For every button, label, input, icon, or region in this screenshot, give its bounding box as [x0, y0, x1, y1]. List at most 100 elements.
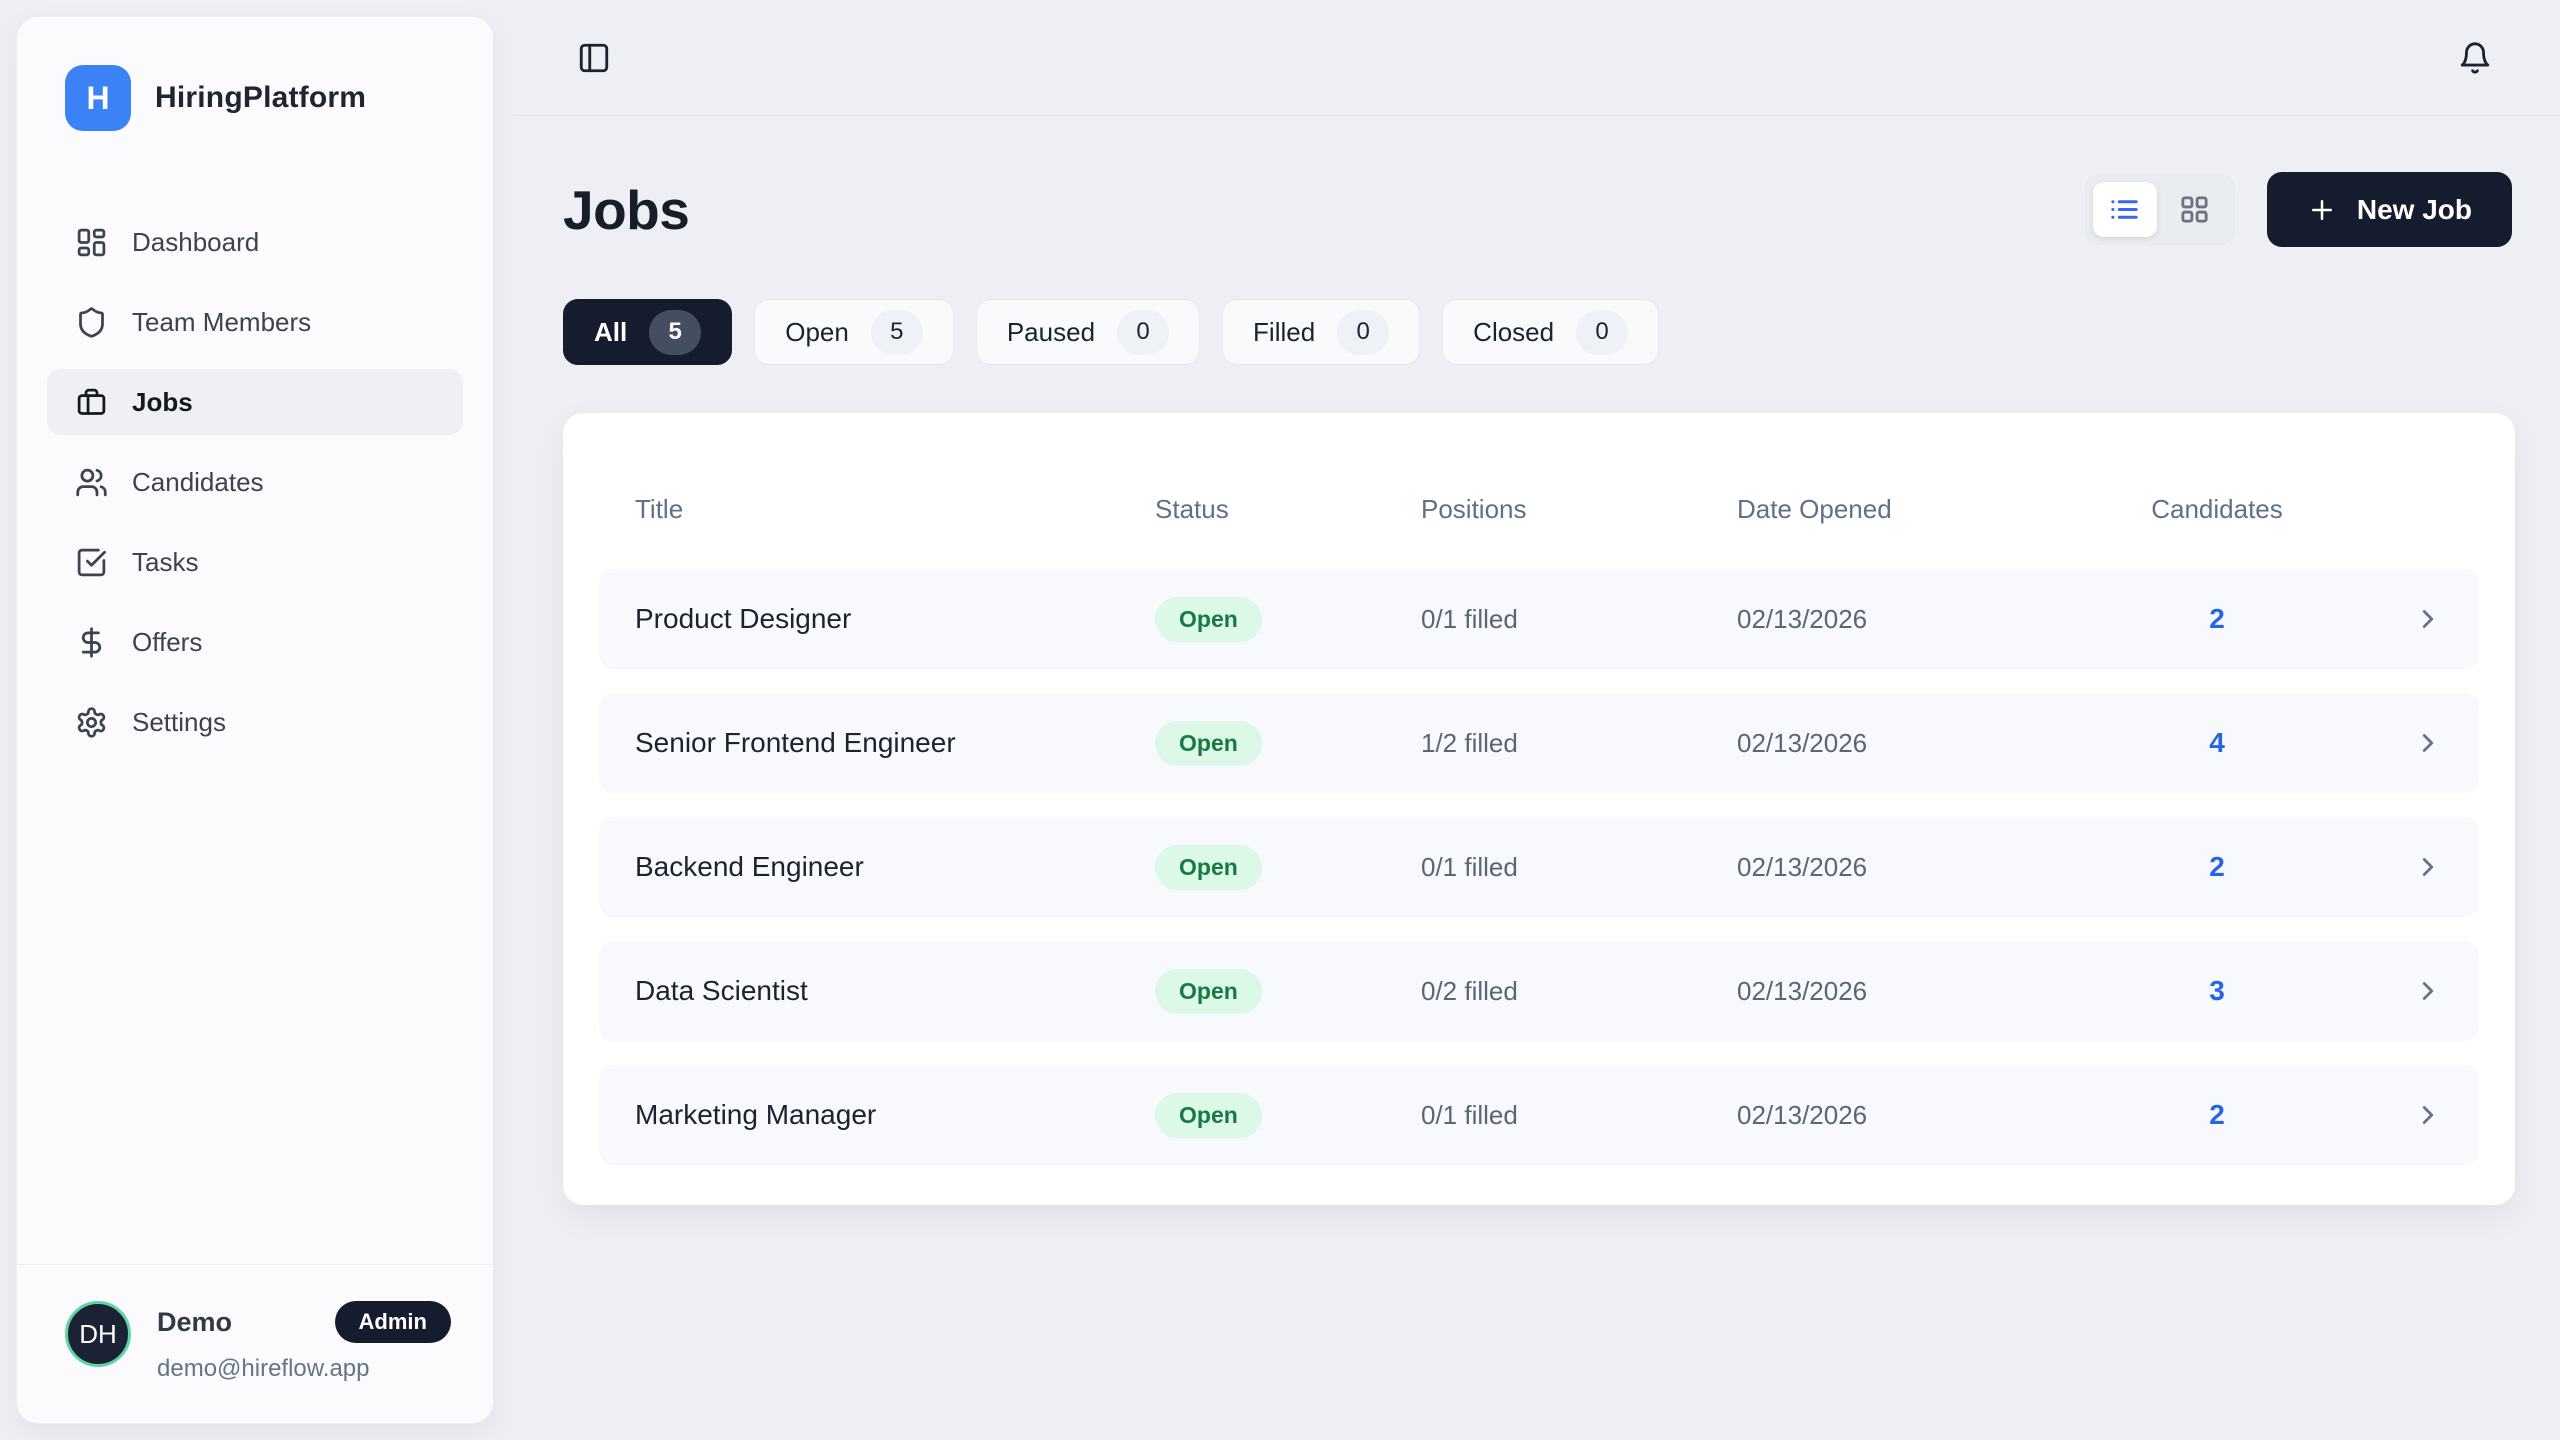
sidebar: H HiringPlatform Dashboard Team Members … [16, 16, 494, 1424]
shield-icon [75, 306, 108, 339]
positions-cell: 1/2 filled [1421, 728, 1737, 759]
table-row[interactable]: Marketing Manager Open 0/1 filled 02/13/… [599, 1065, 2479, 1165]
column-header-positions: Positions [1421, 494, 1737, 525]
job-title-cell: Senior Frontend Engineer [635, 727, 1155, 759]
sidebar-nav: Dashboard Team Members Jobs Candidates T… [17, 209, 493, 755]
status-cell: Open [1155, 721, 1421, 766]
job-title-cell: Product Designer [635, 603, 1155, 635]
column-header-status: Status [1155, 494, 1421, 525]
candidates-count-link[interactable]: 2 [2137, 603, 2297, 635]
table-body: Product Designer Open 0/1 filled 02/13/2… [599, 569, 2479, 1165]
date-opened-cell: 02/13/2026 [1737, 976, 2137, 1007]
filter-tab-all[interactable]: All 5 [563, 299, 732, 365]
job-title-cell: Data Scientist [635, 975, 1155, 1007]
candidates-count-link[interactable]: 2 [2137, 1099, 2297, 1131]
filter-count-badge: 0 [1576, 310, 1628, 355]
gear-icon [75, 706, 108, 739]
status-cell: Open [1155, 845, 1421, 890]
job-title-cell: Marketing Manager [635, 1099, 1155, 1131]
status-filter-bar: All 5 Open 5 Paused 0 Filled 0 Closed 0 [563, 299, 2512, 365]
app-logo-letter: H [86, 80, 109, 117]
list-view-icon [2109, 194, 2140, 225]
app-logo: H [65, 65, 131, 131]
avatar-initials: DH [79, 1319, 117, 1350]
dashboard-grid-icon [75, 226, 108, 259]
chevron-right-icon [2413, 852, 2443, 882]
avatar: DH [65, 1301, 131, 1367]
table-row[interactable]: Data Scientist Open 0/2 filled 02/13/202… [599, 941, 2479, 1041]
sidebar-item-label: Offers [132, 627, 202, 658]
chevron-right-icon [2413, 976, 2443, 1006]
chevron-right-icon [2413, 604, 2443, 634]
status-badge: Open [1155, 845, 1262, 890]
grid-view-icon [2179, 194, 2210, 225]
row-open-button[interactable] [2403, 728, 2443, 758]
positions-cell: 0/1 filled [1421, 1100, 1737, 1131]
sidebar-toggle-button[interactable] [577, 41, 611, 75]
positions-cell: 0/1 filled [1421, 852, 1737, 883]
sidebar-item-settings[interactable]: Settings [47, 689, 463, 755]
main-area: Jobs New Job All 5 [511, 0, 2560, 1440]
table-header-row: Title Status Positions Date Opened Candi… [599, 449, 2479, 569]
row-open-button[interactable] [2403, 604, 2443, 634]
checkbox-check-icon [75, 546, 108, 579]
new-job-button[interactable]: New Job [2267, 172, 2512, 247]
filter-count-badge: 5 [649, 310, 701, 355]
chevron-right-icon [2413, 728, 2443, 758]
role-badge: Admin [335, 1301, 451, 1343]
filter-tab-paused[interactable]: Paused 0 [976, 299, 1200, 365]
column-header-title: Title [635, 494, 1155, 525]
candidates-count-link[interactable]: 4 [2137, 727, 2297, 759]
date-opened-cell: 02/13/2026 [1737, 852, 2137, 883]
sidebar-item-label: Team Members [132, 307, 311, 338]
briefcase-icon [75, 386, 108, 419]
column-header-candidates: Candidates [2137, 494, 2297, 525]
status-badge: Open [1155, 721, 1262, 766]
filter-label: Filled [1253, 317, 1315, 348]
date-opened-cell: 02/13/2026 [1737, 728, 2137, 759]
row-open-button[interactable] [2403, 1100, 2443, 1130]
bell-icon [2458, 41, 2492, 75]
table-row[interactable]: Product Designer Open 0/1 filled 02/13/2… [599, 569, 2479, 669]
sidebar-item-dashboard[interactable]: Dashboard [47, 209, 463, 275]
page-title: Jobs [563, 178, 689, 242]
sidebar-item-team-members[interactable]: Team Members [47, 289, 463, 355]
status-cell: Open [1155, 969, 1421, 1014]
notifications-button[interactable] [2458, 41, 2492, 75]
table-row[interactable]: Backend Engineer Open 0/1 filled 02/13/2… [599, 817, 2479, 917]
sidebar-item-offers[interactable]: Offers [47, 609, 463, 675]
chevron-right-icon [2413, 1100, 2443, 1130]
sidebar-item-label: Candidates [132, 467, 264, 498]
topbar [511, 0, 2560, 116]
positions-cell: 0/1 filled [1421, 604, 1737, 635]
candidates-count-link[interactable]: 3 [2137, 975, 2297, 1007]
user-section[interactable]: DH Demo Admin demo@hireflow.app [17, 1264, 493, 1423]
status-badge: Open [1155, 1093, 1262, 1138]
filter-tab-open[interactable]: Open 5 [754, 299, 954, 365]
filter-tab-closed[interactable]: Closed 0 [1442, 299, 1659, 365]
job-title-cell: Backend Engineer [635, 851, 1155, 883]
status-badge: Open [1155, 969, 1262, 1014]
filter-count-badge: 0 [1337, 310, 1389, 355]
filter-count-badge: 0 [1117, 310, 1169, 355]
filter-tab-filled[interactable]: Filled 0 [1222, 299, 1420, 365]
sidebar-item-tasks[interactable]: Tasks [47, 529, 463, 595]
users-icon [75, 466, 108, 499]
app-title: HiringPlatform [155, 81, 366, 115]
panel-left-icon [577, 41, 611, 75]
brand: H HiringPlatform [17, 17, 493, 131]
row-open-button[interactable] [2403, 976, 2443, 1006]
list-view-button[interactable] [2093, 182, 2157, 237]
sidebar-item-jobs[interactable]: Jobs [47, 369, 463, 435]
sidebar-item-label: Jobs [132, 387, 193, 418]
row-open-button[interactable] [2403, 852, 2443, 882]
user-email: demo@hireflow.app [157, 1355, 451, 1383]
filter-label: Paused [1007, 317, 1095, 348]
user-name: Demo [157, 1307, 232, 1338]
view-toggle [2085, 174, 2235, 245]
sidebar-item-candidates[interactable]: Candidates [47, 449, 463, 515]
table-row[interactable]: Senior Frontend Engineer Open 1/2 filled… [599, 693, 2479, 793]
sidebar-item-label: Dashboard [132, 227, 259, 258]
candidates-count-link[interactable]: 2 [2137, 851, 2297, 883]
grid-view-button[interactable] [2163, 182, 2227, 237]
